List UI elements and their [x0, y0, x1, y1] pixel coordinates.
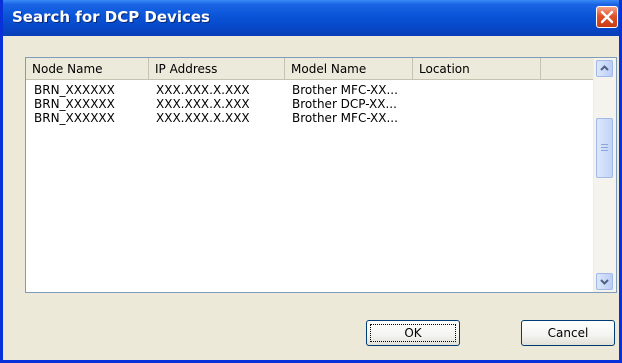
list-item[interactable]: BRN_XXXXXX XXX.XXX.X.XXX Brother MFC-XX.…	[26, 111, 594, 125]
cancel-button[interactable]: Cancel	[521, 320, 615, 346]
model-name-cell: Brother MFC-XX...	[292, 83, 398, 97]
node-name-cell: BRN_XXXXXX	[34, 83, 115, 97]
model-name-cell: Brother MFC-XX...	[292, 111, 398, 125]
scroll-down-button[interactable]	[596, 273, 613, 290]
title-bar[interactable]: Search for DCP Devices	[3, 0, 619, 36]
list-rows: BRN_XXXXXX XXX.XXX.X.XXX Brother MFC-XX.…	[26, 83, 594, 125]
column-header-location[interactable]: Location	[413, 58, 541, 79]
thumb-grip	[601, 147, 608, 148]
ip-address-cell: XXX.XXX.X.XXX	[156, 83, 250, 97]
thumb-grip	[601, 150, 608, 151]
node-name-cell: BRN_XXXXXX	[34, 111, 115, 125]
column-header-filler	[541, 58, 594, 79]
column-header-ip-address[interactable]: IP Address	[149, 58, 285, 79]
chevron-down-icon	[600, 279, 609, 285]
list-item[interactable]: BRN_XXXXXX XXX.XXX.X.XXX Brother MFC-XX.…	[26, 83, 594, 97]
close-icon	[600, 10, 614, 24]
search-dialog: Search for DCP Devices Node Name IP Addr…	[0, 0, 622, 363]
scroll-thumb[interactable]	[596, 118, 613, 178]
device-list[interactable]: Node Name IP Address Model Name Location…	[25, 57, 617, 293]
list-header: Node Name IP Address Model Name Location	[26, 58, 594, 80]
thumb-grip	[601, 144, 608, 145]
chevron-up-icon	[600, 65, 609, 71]
ip-address-cell: XXX.XXX.X.XXX	[156, 111, 250, 125]
dialog-title: Search for DCP Devices	[12, 8, 210, 26]
list-item[interactable]: BRN_XXXXXX XXX.XXX.X.XXX Brother DCP-XX.…	[26, 97, 594, 111]
scroll-up-button[interactable]	[596, 60, 613, 77]
vertical-scrollbar[interactable]	[593, 58, 616, 292]
model-name-cell: Brother DCP-XX...	[292, 97, 397, 111]
focus-rectangle	[370, 324, 456, 342]
column-header-node-name[interactable]: Node Name	[26, 58, 149, 79]
ip-address-cell: XXX.XXX.X.XXX	[156, 97, 250, 111]
close-button[interactable]	[596, 6, 618, 28]
ok-button[interactable]: OK	[366, 320, 460, 346]
column-header-model-name[interactable]: Model Name	[285, 58, 413, 79]
node-name-cell: BRN_XXXXXX	[34, 97, 115, 111]
